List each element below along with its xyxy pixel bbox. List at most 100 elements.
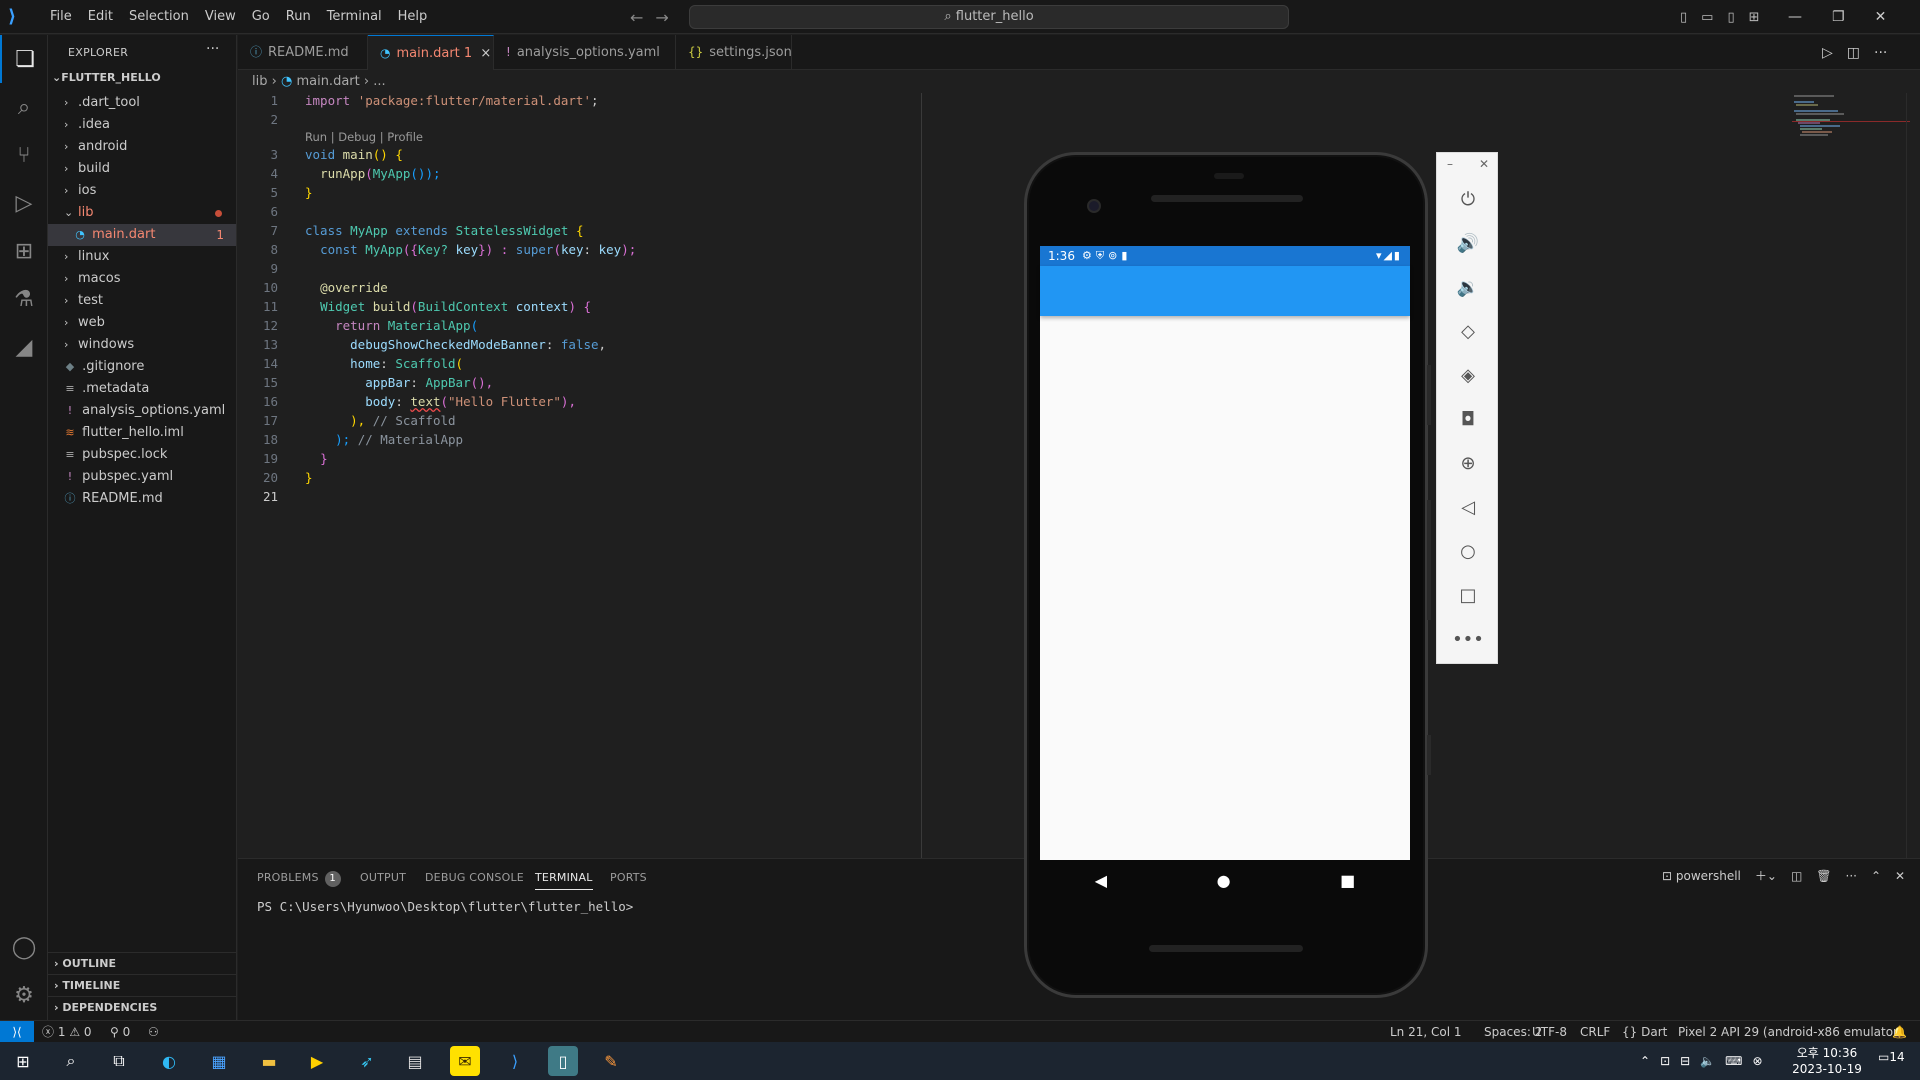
forward-arrow-icon[interactable]: →	[655, 8, 668, 27]
close-tab-icon[interactable]: ×	[480, 46, 491, 61]
breadcrumb-symbol[interactable]: ...	[373, 74, 385, 89]
taskbar-search-icon[interactable]: ⌕	[56, 1046, 86, 1076]
toggle-panel-icon[interactable]: ▭	[1701, 10, 1713, 25]
code-lens[interactable]: Run | Debug | Profile	[305, 130, 423, 144]
windows-start-icon[interactable]: ⊞	[8, 1046, 38, 1076]
minimap[interactable]	[1792, 93, 1910, 858]
bell-icon[interactable]: 🔔	[1892, 1021, 1907, 1043]
outline-section[interactable]: › OUTLINE	[48, 952, 236, 974]
breadcrumb-file[interactable]: main.dart	[296, 74, 359, 89]
tree-item[interactable]: › .idea	[48, 114, 236, 136]
more-icon[interactable]: ···	[1846, 869, 1857, 883]
tab-ports[interactable]: PORTS	[610, 871, 647, 884]
emulator-taskbar-icon[interactable]: ▯	[548, 1046, 578, 1076]
editor-scrollbar[interactable]	[1906, 93, 1920, 858]
account-icon[interactable]: ◯	[0, 923, 48, 971]
ports-status[interactable]: ⚲ 0	[110, 1021, 130, 1043]
line-ending[interactable]: CRLF	[1580, 1021, 1610, 1043]
extensions-icon[interactable]: ⊞	[0, 227, 48, 275]
home-circle-icon[interactable]: ●	[1217, 871, 1231, 890]
volume-up-icon[interactable]: 🔊	[1437, 221, 1499, 265]
terminal-prompt[interactable]: PS C:\Users\Hyunwoo\Desktop\flutter\flut…	[257, 899, 633, 914]
menu-run[interactable]: Run	[278, 0, 319, 34]
tree-item[interactable]: ≡ .metadata	[48, 378, 236, 400]
tree-item[interactable]: ⓘ README.md	[48, 488, 236, 510]
customize-layout-icon[interactable]: ⊞	[1749, 10, 1760, 25]
trash-icon[interactable]: 🗑	[1816, 869, 1831, 883]
rotate-left-icon[interactable]: ◇	[1437, 309, 1499, 353]
tab-problems[interactable]: PROBLEMS 1	[257, 871, 341, 887]
remote-icon[interactable]: ⟩⟨	[0, 1021, 34, 1043]
flutter-icon[interactable]: ◢	[0, 323, 48, 371]
toggle-secondary-sidebar-icon[interactable]: ▯	[1727, 10, 1734, 25]
timeline-section[interactable]: › TIMELINE	[48, 974, 236, 996]
minimize-icon[interactable]: —	[1788, 9, 1802, 25]
tree-item[interactable]: › macos	[48, 268, 236, 290]
calculator-icon[interactable]: ▤	[400, 1046, 430, 1076]
tree-item[interactable]: ≡ pubspec.lock	[48, 444, 236, 466]
bird-app-icon[interactable]: ➶	[352, 1046, 382, 1076]
store-icon[interactable]: ▦	[204, 1046, 234, 1076]
tab-main-dart[interactable]: ◔ main.dart 1 ×	[368, 35, 494, 70]
restore-icon[interactable]: ❐	[1832, 9, 1845, 25]
keyboard-icon[interactable]: ⌨	[1725, 1054, 1742, 1068]
back-triangle-icon[interactable]: ◀	[1095, 871, 1107, 890]
network-icon[interactable]: ⊟	[1680, 1054, 1690, 1068]
split-terminal-icon[interactable]: ◫	[1791, 869, 1802, 883]
recents-square-icon[interactable]: ■	[1340, 871, 1355, 890]
more-actions-icon[interactable]: ···	[1874, 45, 1887, 61]
tree-item[interactable]: › build	[48, 158, 236, 180]
file-explorer-icon[interactable]: ▬	[254, 1046, 284, 1076]
volume-down-icon[interactable]: 🔉	[1437, 265, 1499, 309]
tab-settings-json[interactable]: {} settings.json	[676, 35, 792, 70]
maximize-panel-icon[interactable]: ⌃	[1871, 869, 1881, 883]
split-editor-icon[interactable]: ◫	[1847, 45, 1860, 61]
menu-selection[interactable]: Selection	[121, 0, 197, 34]
tree-item[interactable]: › web	[48, 312, 236, 334]
task-view-icon[interactable]: ⧉	[104, 1046, 134, 1076]
menu-terminal[interactable]: Terminal	[319, 0, 390, 34]
debug-status-icon[interactable]: ⚇	[148, 1021, 159, 1043]
edge-browser-icon[interactable]: ◐	[154, 1046, 184, 1076]
taskbar-clock[interactable]: 오후 10:36 2023-10-19	[1782, 1045, 1872, 1077]
ime-icon[interactable]: ⊗	[1752, 1054, 1762, 1068]
dependencies-section[interactable]: › DEPENDENCIES	[48, 996, 236, 1018]
camera-icon[interactable]: ◘	[1437, 397, 1499, 441]
chevron-up-icon[interactable]: ⌃	[1640, 1054, 1650, 1068]
zoom-icon[interactable]: ⊕	[1437, 441, 1499, 485]
tree-item[interactable]: › test	[48, 290, 236, 312]
more-icon[interactable]: •••	[1437, 617, 1499, 661]
settings-gear-icon[interactable]: ⚙	[0, 971, 48, 1019]
tree-item[interactable]: › ios	[48, 180, 236, 202]
toggle-sidebar-icon[interactable]: ▯	[1680, 10, 1687, 25]
close-window-icon[interactable]: ✕	[1875, 9, 1887, 25]
language-mode[interactable]: {} Dart	[1622, 1021, 1667, 1043]
tree-item[interactable]: › .dart_tool	[48, 92, 236, 114]
power-icon[interactable]: ⏻	[1437, 177, 1499, 221]
back-icon[interactable]: ◁	[1437, 485, 1499, 529]
emulator-screen[interactable]: 1:36 ⚙⛨⊚▮ ▾◢▮	[1040, 246, 1410, 860]
source-control-icon[interactable]: ⑂	[0, 131, 48, 179]
explorer-more-button[interactable]: ···	[206, 41, 219, 57]
menu-go[interactable]: Go	[244, 0, 278, 34]
tree-item-lib[interactable]: ⌄ lib	[48, 202, 236, 224]
menu-file[interactable]: File	[42, 0, 80, 34]
tab-debug-console[interactable]: DEBUG CONSOLE	[425, 871, 524, 884]
tree-item[interactable]: › android	[48, 136, 236, 158]
tree-item[interactable]: › linux	[48, 246, 236, 268]
kakaotalk-icon[interactable]: ✉	[450, 1046, 480, 1076]
target-device[interactable]: Pixel 2 API 29 (android-x86 emulator)	[1678, 1021, 1903, 1043]
overview-icon[interactable]: □	[1437, 573, 1499, 617]
encoding[interactable]: UTF-8	[1532, 1021, 1567, 1043]
tree-item[interactable]: › windows	[48, 334, 236, 356]
back-arrow-icon[interactable]: ←	[630, 8, 643, 27]
new-terminal-icon[interactable]: ＋⌄	[1755, 867, 1777, 884]
minimize-icon[interactable]: –	[1447, 157, 1453, 171]
problems-status[interactable]: ⓧ 1 ⚠ 0	[42, 1021, 92, 1043]
menu-edit[interactable]: Edit	[80, 0, 121, 34]
device-icon[interactable]: ⊡	[1660, 1054, 1670, 1068]
run-icon[interactable]: ▷	[1822, 45, 1833, 61]
rotate-right-icon[interactable]: ◈	[1437, 353, 1499, 397]
terminal-shell-selector[interactable]: ⊡ powershell	[1662, 869, 1741, 883]
tree-item[interactable]: ! pubspec.yaml	[48, 466, 236, 488]
